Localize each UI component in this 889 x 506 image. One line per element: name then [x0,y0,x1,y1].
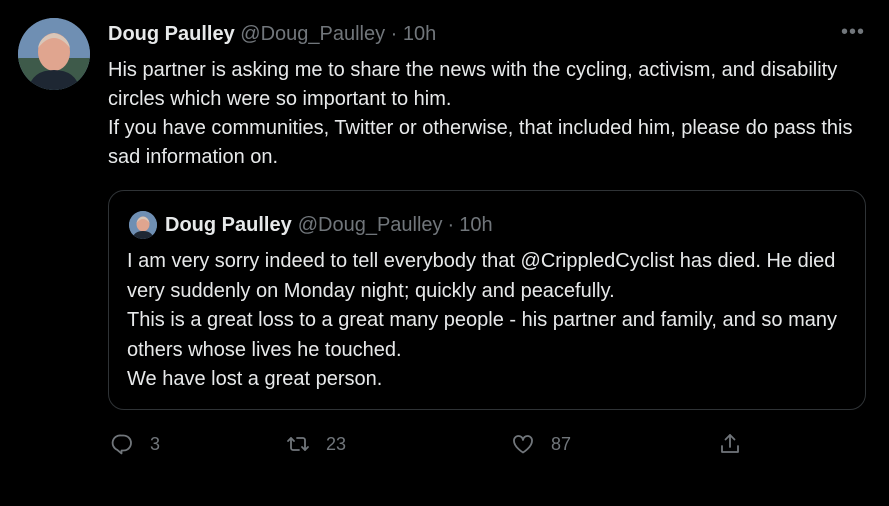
share-button[interactable] [718,432,742,456]
reply-button[interactable]: 3 [110,432,160,456]
tweet-text-line: His partner is asking me to share the ne… [108,59,838,110]
avatar[interactable] [18,18,90,90]
separator: · [390,23,398,45]
share-icon [721,434,739,453]
reply-count: 3 [150,433,161,454]
heart-icon [513,435,533,454]
tweet-header: Doug Paulley @Doug_Paulley · 10h [108,20,436,48]
quoted-timestamp: 10h [459,214,493,236]
retweet-icon [287,437,309,451]
quoted-text-line: I am very sorry indeed to tell everybody… [127,250,836,302]
quoted-tweet[interactable]: Doug Paulley @Doug_Paulley · 10h I am ve… [108,190,866,410]
quoted-tweet-text: I am very sorry indeed to tell everybody… [127,247,852,395]
tweet-text: His partner is asking me to share the ne… [108,56,868,172]
quoted-tweet-header: Doug Paulley @Doug_Paulley · 10h [129,211,493,239]
author-name[interactable]: Doug Paulley [108,23,235,45]
action-bar: 3 23 87 [108,432,868,462]
tweet[interactable]: Doug Paulley @Doug_Paulley · 10h ••• His… [0,0,889,506]
like-count: 87 [551,433,572,454]
reply-icon [111,434,132,455]
quoted-separator: · [447,214,455,236]
quoted-avatar [129,211,157,239]
quoted-author-handle: @Doug_Paulley [297,214,443,236]
quoted-text-line: This is a great loss to a great many peo… [127,309,837,361]
like-button[interactable]: 87 [511,432,571,456]
timestamp[interactable]: 10h [403,23,436,45]
quoted-author-name: Doug Paulley [165,214,292,236]
retweet-count: 23 [326,433,347,454]
retweet-button[interactable]: 23 [286,432,346,456]
more-options-icon[interactable]: ••• [841,22,865,42]
author-handle[interactable]: @Doug_Paulley [240,23,385,45]
quoted-text-line: We have lost a great person. [127,368,383,390]
tweet-text-line: If you have communities, Twitter or othe… [108,117,853,168]
